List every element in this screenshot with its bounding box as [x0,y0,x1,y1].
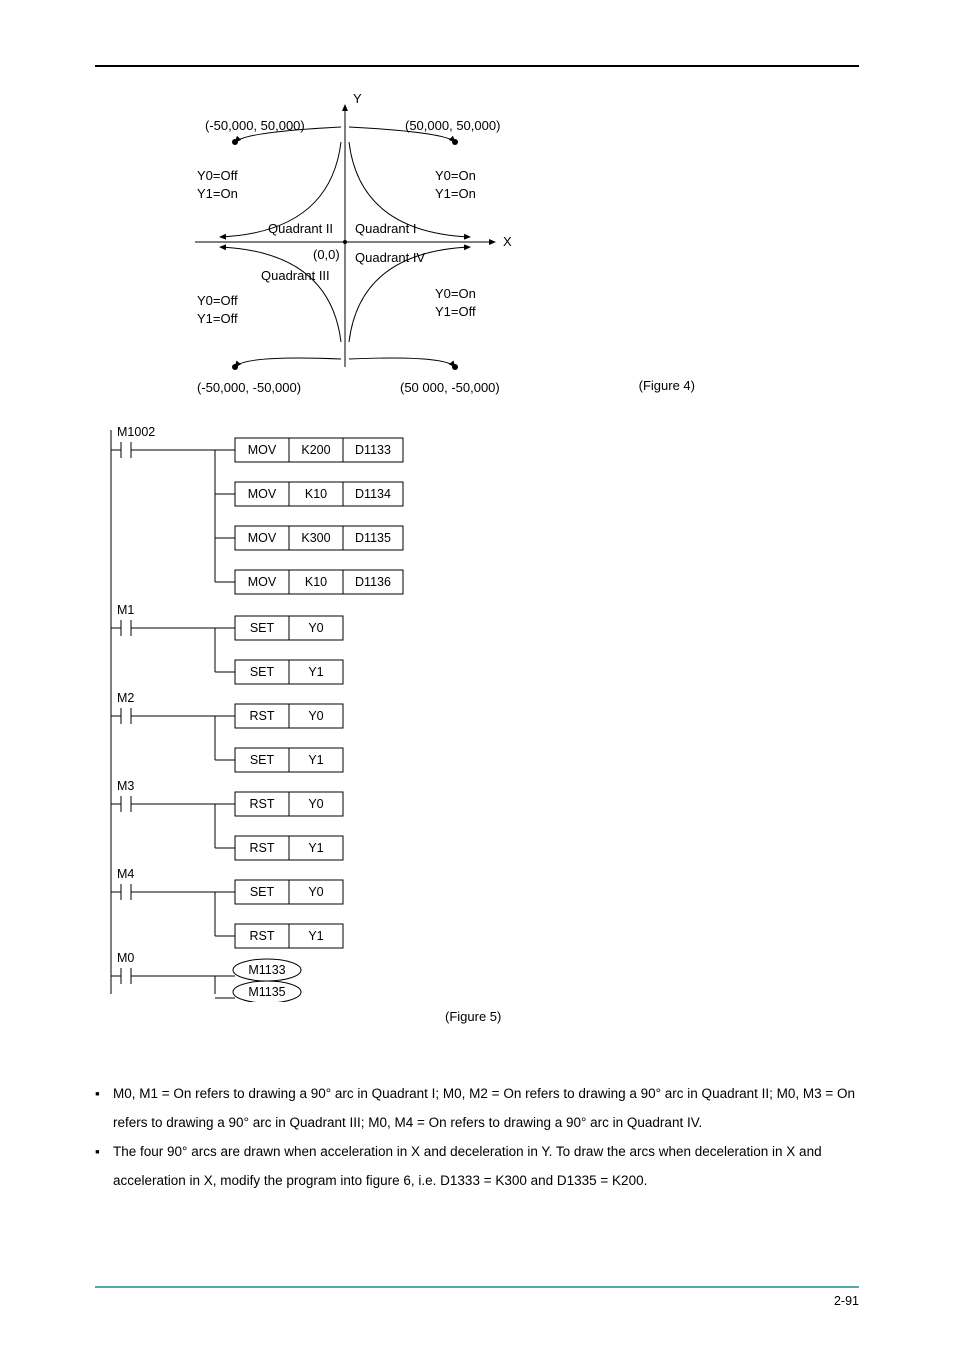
svg-text:K300: K300 [301,531,330,545]
q4-y0: Y0=On [435,285,476,303]
svg-text:RST: RST [250,841,275,855]
bullet-1: M0, M1 = On refers to drawing a 90° arc … [113,1079,859,1137]
axis-y-label: Y [353,91,362,106]
figure-4-caption: (Figure 4) [639,378,695,393]
svg-text:SET: SET [250,621,275,635]
svg-text:K10: K10 [305,487,327,501]
q2-y1: Y1=On [197,185,238,203]
svg-text:M2: M2 [117,691,134,705]
origin-label: (0,0) [313,247,340,262]
svg-text:Y1: Y1 [308,929,323,943]
figure-5-ladder: M1002 MOV K200 D1133 MOV K10 D1134 [95,422,859,1005]
top-rule [95,65,859,67]
svg-text:RST: RST [250,709,275,723]
svg-text:RST: RST [250,797,275,811]
page-footer: 2-91 [95,1286,859,1308]
svg-text:Y0: Y0 [308,709,323,723]
svg-text:SET: SET [250,753,275,767]
body-text: ▪ M0, M1 = On refers to drawing a 90° ar… [95,1079,859,1195]
svg-text:Y1: Y1 [308,665,323,679]
svg-text:M0: M0 [117,951,134,965]
svg-text:MOV: MOV [248,487,277,501]
q4-label: Quadrant IV [355,249,425,267]
q3-y0: Y0=Off [197,292,238,310]
axis-x-label: X [503,234,512,249]
svg-text:D1135: D1135 [355,531,391,545]
figure-5-caption: (Figure 5) [445,1009,859,1024]
svg-text:Y1: Y1 [308,753,323,767]
svg-text:D1134: D1134 [355,487,391,501]
svg-text:Y0: Y0 [308,621,323,635]
coord-bot-right: (50 000, -50,000) [400,379,500,397]
bullet-icon: ▪ [95,1079,113,1137]
bullet-2: The four 90° arcs are drawn when acceler… [113,1137,859,1195]
rung1-contact-label: M1002 [117,425,155,439]
svg-text:SET: SET [250,885,275,899]
svg-text:M1: M1 [117,603,134,617]
r1-src1: K200 [301,443,330,457]
q1-y1: Y1=On [435,185,476,203]
q3-label: Quadrant III [261,267,330,285]
svg-text:M1135: M1135 [248,985,285,999]
coord-top-right: (50,000, 50,000) [405,117,500,135]
svg-text:M4: M4 [117,867,134,881]
q1-label: Quadrant I [355,220,416,238]
svg-text:MOV: MOV [248,575,277,589]
q3-y1: Y1=Off [197,310,238,328]
r1-dst1: D1133 [355,443,391,457]
svg-text:RST: RST [250,929,275,943]
q2-label: Quadrant II [268,220,333,238]
svg-text:Y1: Y1 [308,841,323,855]
q1-y0: Y0=On [435,167,476,185]
svg-text:Y0: Y0 [308,885,323,899]
coord-top-left: (-50,000, 50,000) [205,117,305,135]
q2-y0: Y0=Off [197,167,238,185]
svg-text:K10: K10 [305,575,327,589]
svg-text:MOV: MOV [248,531,277,545]
svg-text:M3: M3 [117,779,134,793]
page-number: 2-91 [95,1294,859,1308]
svg-text:Y0: Y0 [308,797,323,811]
svg-text:D1136: D1136 [355,575,391,589]
coord-bot-left: (-50,000, -50,000) [197,379,301,397]
r1-op1: MOV [248,443,277,457]
svg-text:M1133: M1133 [248,963,285,977]
svg-text:SET: SET [250,665,275,679]
bullet-icon: ▪ [95,1137,113,1195]
figure-4-diagram: Y X (0,0) (-50,000, 50,000) [135,87,585,397]
q4-y1: Y1=Off [435,303,476,321]
